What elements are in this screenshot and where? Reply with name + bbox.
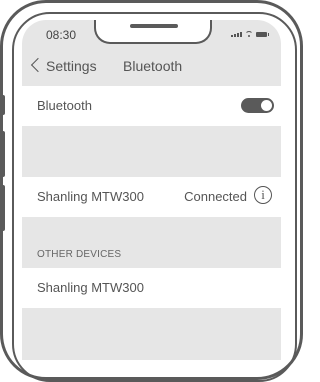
chevron-left-icon[interactable]: [30, 57, 46, 73]
toggle-knob: [261, 100, 272, 111]
bluetooth-toggle-row: Bluetooth: [22, 86, 281, 126]
wifi-icon: [245, 31, 253, 37]
connection-status: Connected: [184, 189, 247, 204]
device-row-connected[interactable]: Shanling MTW300 Connected i: [22, 177, 281, 217]
device-name: Shanling MTW300: [37, 189, 144, 204]
page-title: Bluetooth: [123, 58, 183, 74]
device-name: Shanling MTW300: [37, 280, 144, 295]
speaker-grille: [130, 24, 178, 28]
bluetooth-label: Bluetooth: [37, 98, 92, 113]
bluetooth-toggle[interactable]: [241, 98, 274, 113]
phone-side-button: [0, 95, 5, 115]
status-time: 08:30: [46, 28, 77, 42]
navigation-bar: Settings Bluetooth: [22, 54, 281, 80]
device-row-other[interactable]: Shanling MTW300: [22, 268, 281, 308]
signal-icon: [231, 32, 242, 37]
phone-side-button: [0, 131, 5, 177]
info-icon[interactable]: i: [254, 186, 272, 204]
status-icons: [231, 31, 269, 37]
phone-side-button: [0, 185, 5, 231]
battery-icon: [256, 32, 269, 37]
phone-screen: 08:30 Settings Bluetooth Bluetooth Shanl…: [22, 20, 281, 360]
back-button[interactable]: Settings: [46, 58, 97, 74]
other-devices-header: OTHER DEVICES: [37, 249, 122, 260]
phone-notch: [94, 20, 212, 44]
